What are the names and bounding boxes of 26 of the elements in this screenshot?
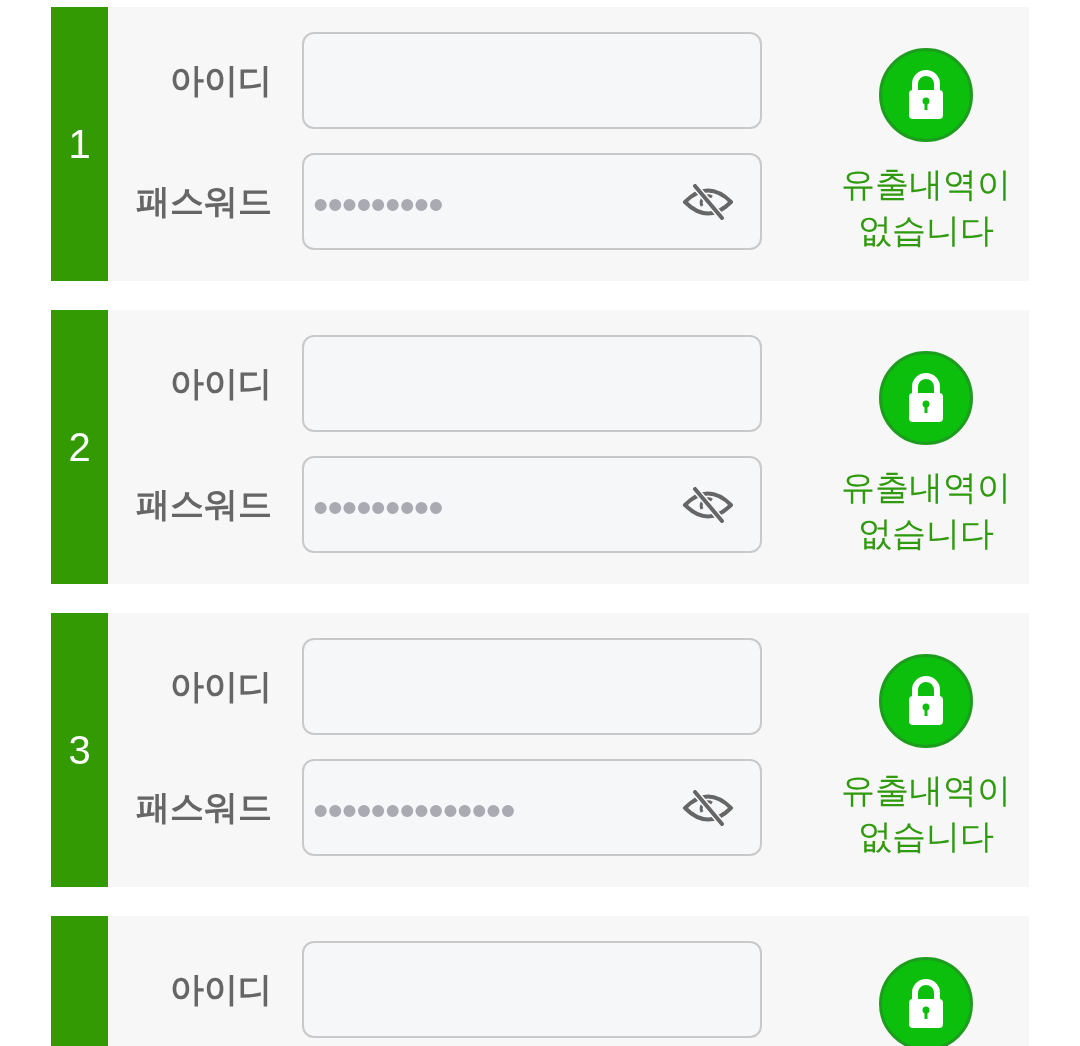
id-input-field[interactable] bbox=[302, 941, 762, 1038]
lock-icon bbox=[878, 350, 974, 446]
id-input-field[interactable] bbox=[302, 32, 762, 129]
lock-icon bbox=[878, 653, 974, 749]
password-field[interactable]: ••••••••• bbox=[302, 153, 762, 250]
field-label: 아이디 bbox=[170, 666, 272, 707]
status-message: 유출내역이 없습니다 bbox=[840, 466, 1012, 555]
id-input-field[interactable] bbox=[302, 638, 762, 735]
status-message: 유출내역이 없습니다 bbox=[840, 769, 1012, 858]
eye-slash-icon[interactable] bbox=[682, 789, 734, 826]
eye-slash-icon[interactable] bbox=[682, 486, 734, 523]
field-label: 패스워드 bbox=[136, 787, 272, 828]
id-input-field[interactable] bbox=[302, 335, 762, 432]
password-field[interactable]: ••••••••• bbox=[302, 456, 762, 553]
field-label: 아이디 bbox=[170, 60, 272, 101]
field-label: 아이디 bbox=[170, 363, 272, 404]
field-label: 아이디 bbox=[170, 969, 272, 1010]
card-number: 1 bbox=[68, 124, 91, 164]
card-number: 2 bbox=[68, 427, 91, 467]
field-label: 패스워드 bbox=[136, 484, 272, 525]
lock-icon bbox=[878, 47, 974, 143]
password-field[interactable]: •••••••••••••• bbox=[302, 759, 762, 856]
status-message: 유출내역이 없습니다 bbox=[840, 163, 1012, 252]
card-number: 3 bbox=[68, 730, 91, 770]
eye-slash-icon[interactable] bbox=[682, 183, 734, 220]
field-label: 패스워드 bbox=[136, 181, 272, 222]
